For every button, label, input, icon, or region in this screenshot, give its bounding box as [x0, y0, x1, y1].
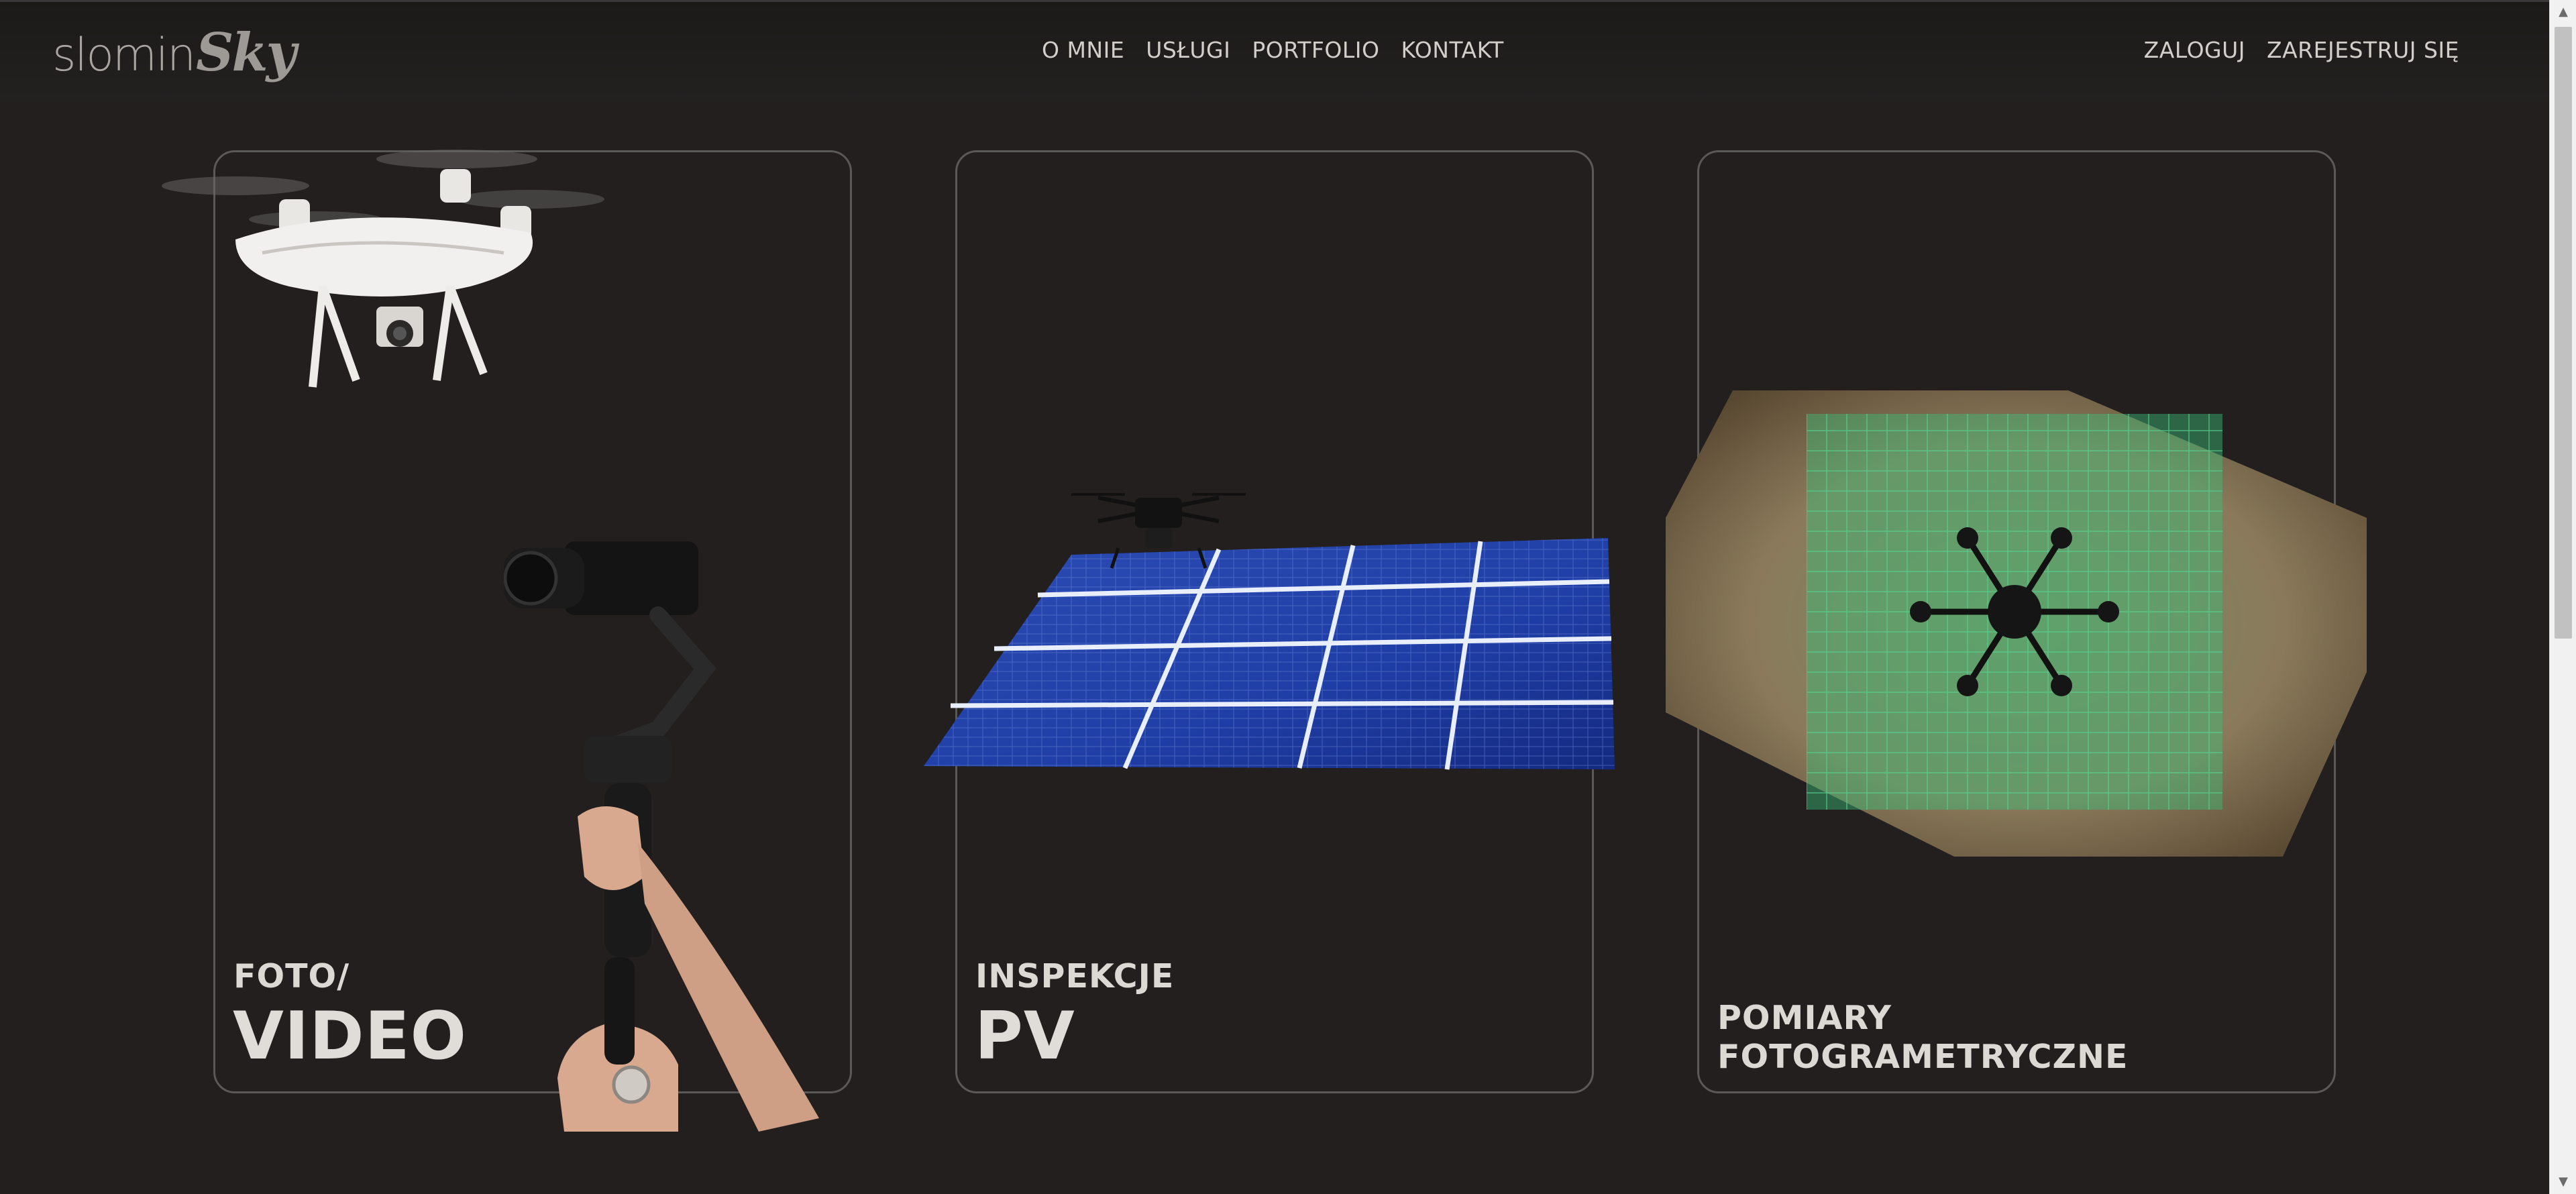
logo-text-light: slomin [52, 29, 196, 82]
card-title: PV [975, 998, 1075, 1075]
solar-panel-icon [924, 493, 1615, 770]
nav-link-o-mnie[interactable]: O MNIE [1042, 37, 1124, 63]
scroll-up-arrow-icon[interactable]: ▲ [2550, 0, 2576, 24]
camera-gimbal-icon [504, 541, 819, 1132]
nav-link-portfolio[interactable]: PORTFOLIO [1252, 37, 1379, 63]
top-navigation-bar: slomin Sky O MNIE USŁUGI PORTFOLIO KONTA… [0, 0, 2549, 102]
nav-link-uslugi[interactable]: USŁUGI [1146, 37, 1230, 63]
login-link[interactable]: ZALOGUJ [2144, 37, 2245, 63]
service-card-inspekcje-pv[interactable]: INSPEKCJE PV [924, 150, 1615, 1093]
service-card-pomiary-fotogrametryczne[interactable]: POMIARY FOTOGRAMETRYCZNE [1666, 150, 2367, 1093]
logo-text-bold: Sky [196, 22, 297, 83]
register-link[interactable]: ZAREJESTRUJ SIĘ [2267, 37, 2459, 63]
page-scrollbar[interactable]: ▲ ▼ [2549, 0, 2576, 1194]
account-nav: ZALOGUJ ZAREJESTRUJ SIĘ [2144, 37, 2459, 63]
scrollbar-thumb[interactable] [2555, 27, 2572, 639]
site-logo[interactable]: slomin Sky [52, 22, 297, 86]
card-subtitle: FOTO/ [233, 957, 350, 995]
scroll-down-arrow-icon[interactable]: ▼ [2550, 1170, 2576, 1194]
aerial-survey-map-icon [1666, 390, 2367, 857]
card-title: POMIARY FOTOGRAMETRYCZNE [1717, 999, 2129, 1076]
service-card-foto-video[interactable]: FOTO/ VIDEO [162, 150, 852, 1132]
nav-link-kontakt[interactable]: KONTAKT [1401, 37, 1503, 63]
main-nav: O MNIE USŁUGI PORTFOLIO KONTAKT [1042, 37, 1504, 63]
card-title: VIDEO [233, 998, 467, 1075]
card-subtitle: INSPEKCJE [975, 957, 1175, 995]
drone-icon [162, 150, 604, 388]
